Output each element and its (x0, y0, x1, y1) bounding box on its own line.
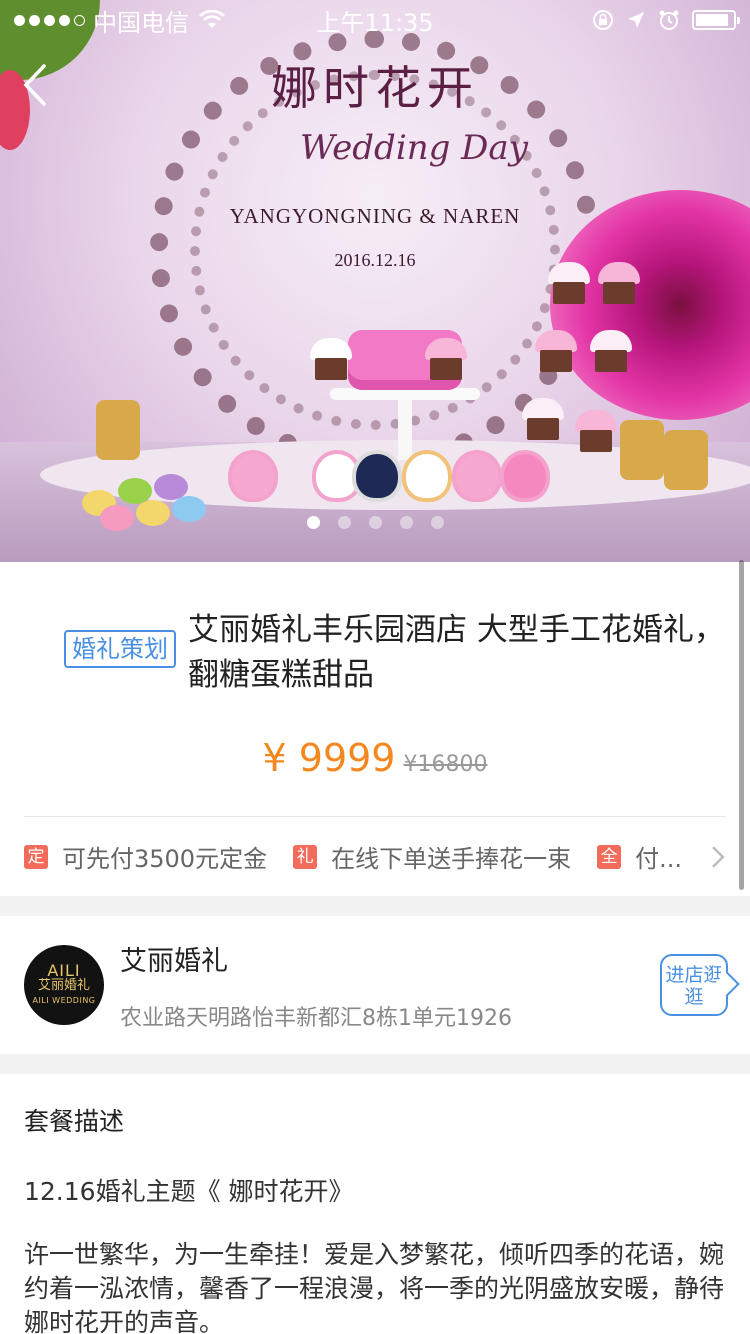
carrier-name: 中国电信 (93, 8, 189, 37)
cookie (352, 450, 402, 502)
category-tag: 婚礼策划 (64, 630, 176, 668)
location-icon (628, 12, 644, 28)
carousel-dot[interactable] (368, 516, 382, 529)
promo-badge: 定 (24, 844, 48, 869)
promo-item: 礼 在线下单送手捧花一束 (293, 839, 571, 874)
carousel-dot[interactable] (399, 516, 413, 529)
cookie (402, 450, 452, 502)
carousel-dot[interactable] (337, 516, 351, 529)
promo-text: 在线下单送手捧花一束 (331, 845, 572, 873)
cupcake (522, 398, 564, 440)
shop-logo: AILI 艾丽婚礼 AILI WEDDING (24, 945, 104, 1025)
hero-title: 娜时花开 (271, 61, 479, 115)
signal-strength-icon (14, 14, 85, 26)
promo-item: 定 可先付3500元定金 (24, 839, 267, 874)
shop-name: 艾丽婚礼 (120, 945, 228, 977)
cupcake (575, 410, 617, 452)
logo-mark: AILI (47, 960, 81, 980)
cupcake (310, 338, 352, 380)
product-info: 婚礼策划 艾丽婚礼丰乐园酒店 大型手工花婚礼，翻糖蛋糕甜品 ¥ 9999 ¥168… (0, 562, 750, 896)
section-divider (0, 1054, 750, 1074)
promo-item: 全 付... (597, 839, 684, 874)
hero-script-text: Wedding Day (300, 128, 528, 168)
shop-card[interactable]: AILI 艾丽婚礼 AILI WEDDING 艾丽婚礼 农业路天明路怡丰新都汇8… (0, 916, 750, 1054)
cupcake (535, 330, 577, 372)
dessert-jar (96, 400, 140, 460)
carousel-dot[interactable] (306, 516, 320, 529)
logo-en-text: AILI WEDDING (32, 995, 96, 1005)
package-description: 套餐描述 12.16婚礼主题《 娜时花开》 许一世繁华，为一生牵挂！爱是入梦繁花… (0, 1074, 750, 1334)
dessert-jar (620, 420, 664, 480)
cookie (228, 450, 278, 502)
logo-cn-text: 艾丽婚礼 (37, 977, 90, 993)
promo-badge: 礼 (293, 844, 318, 869)
alarm-icon (659, 10, 679, 30)
current-price: ¥ 9999 (262, 736, 396, 780)
enter-shop-button[interactable]: 进店逛逛 (660, 954, 728, 1016)
promo-text: 付... (635, 845, 682, 873)
cupcake (548, 262, 590, 304)
scrollbar[interactable] (739, 560, 744, 890)
cookie (452, 450, 502, 502)
section-divider (0, 896, 750, 916)
description-body: 许一世繁华，为一生牵挂！爱是入梦繁花，倾听四季的花语，婉约着一泓浓情，馨香了一程… (24, 1240, 725, 1334)
shop-address: 农业路天明路怡丰新都汇8栋1单元1926 (120, 1005, 512, 1031)
cupcake (598, 262, 640, 304)
original-price: ¥16800 (403, 752, 488, 777)
wifi-icon (199, 10, 225, 28)
price-row: ¥ 9999 ¥16800 (24, 698, 726, 816)
orientation-lock-icon (593, 10, 613, 30)
back-button[interactable] (22, 60, 62, 110)
cookie (500, 450, 550, 502)
product-title: 艾丽婚礼丰乐园酒店 大型手工花婚礼，翻糖蛋糕甜品 (188, 612, 725, 693)
description-heading: 套餐描述 (24, 1107, 125, 1136)
chevron-left-icon (23, 64, 46, 106)
status-bar: 中国电信 上午11:35 (0, 0, 750, 40)
carousel-indicator[interactable] (0, 516, 750, 529)
promo-badge: 全 (597, 844, 622, 869)
chevron-right-icon (712, 845, 725, 868)
cupcake (590, 330, 632, 372)
carousel-dot[interactable] (430, 516, 444, 529)
hero-image-carousel[interactable]: 娜时花开 Wedding Day YANGYONGNING & NAREN 20… (0, 0, 750, 562)
battery-icon (692, 10, 740, 30)
promo-text: 可先付3500元定金 (62, 845, 268, 873)
dessert-jar (664, 430, 708, 490)
promotions-row[interactable]: 定 可先付3500元定金 礼 在线下单送手捧花一束 全 付... (24, 816, 726, 896)
cupcake (425, 338, 467, 380)
description-theme: 12.16婚礼主题《 娜时花开》 (24, 1177, 354, 1206)
